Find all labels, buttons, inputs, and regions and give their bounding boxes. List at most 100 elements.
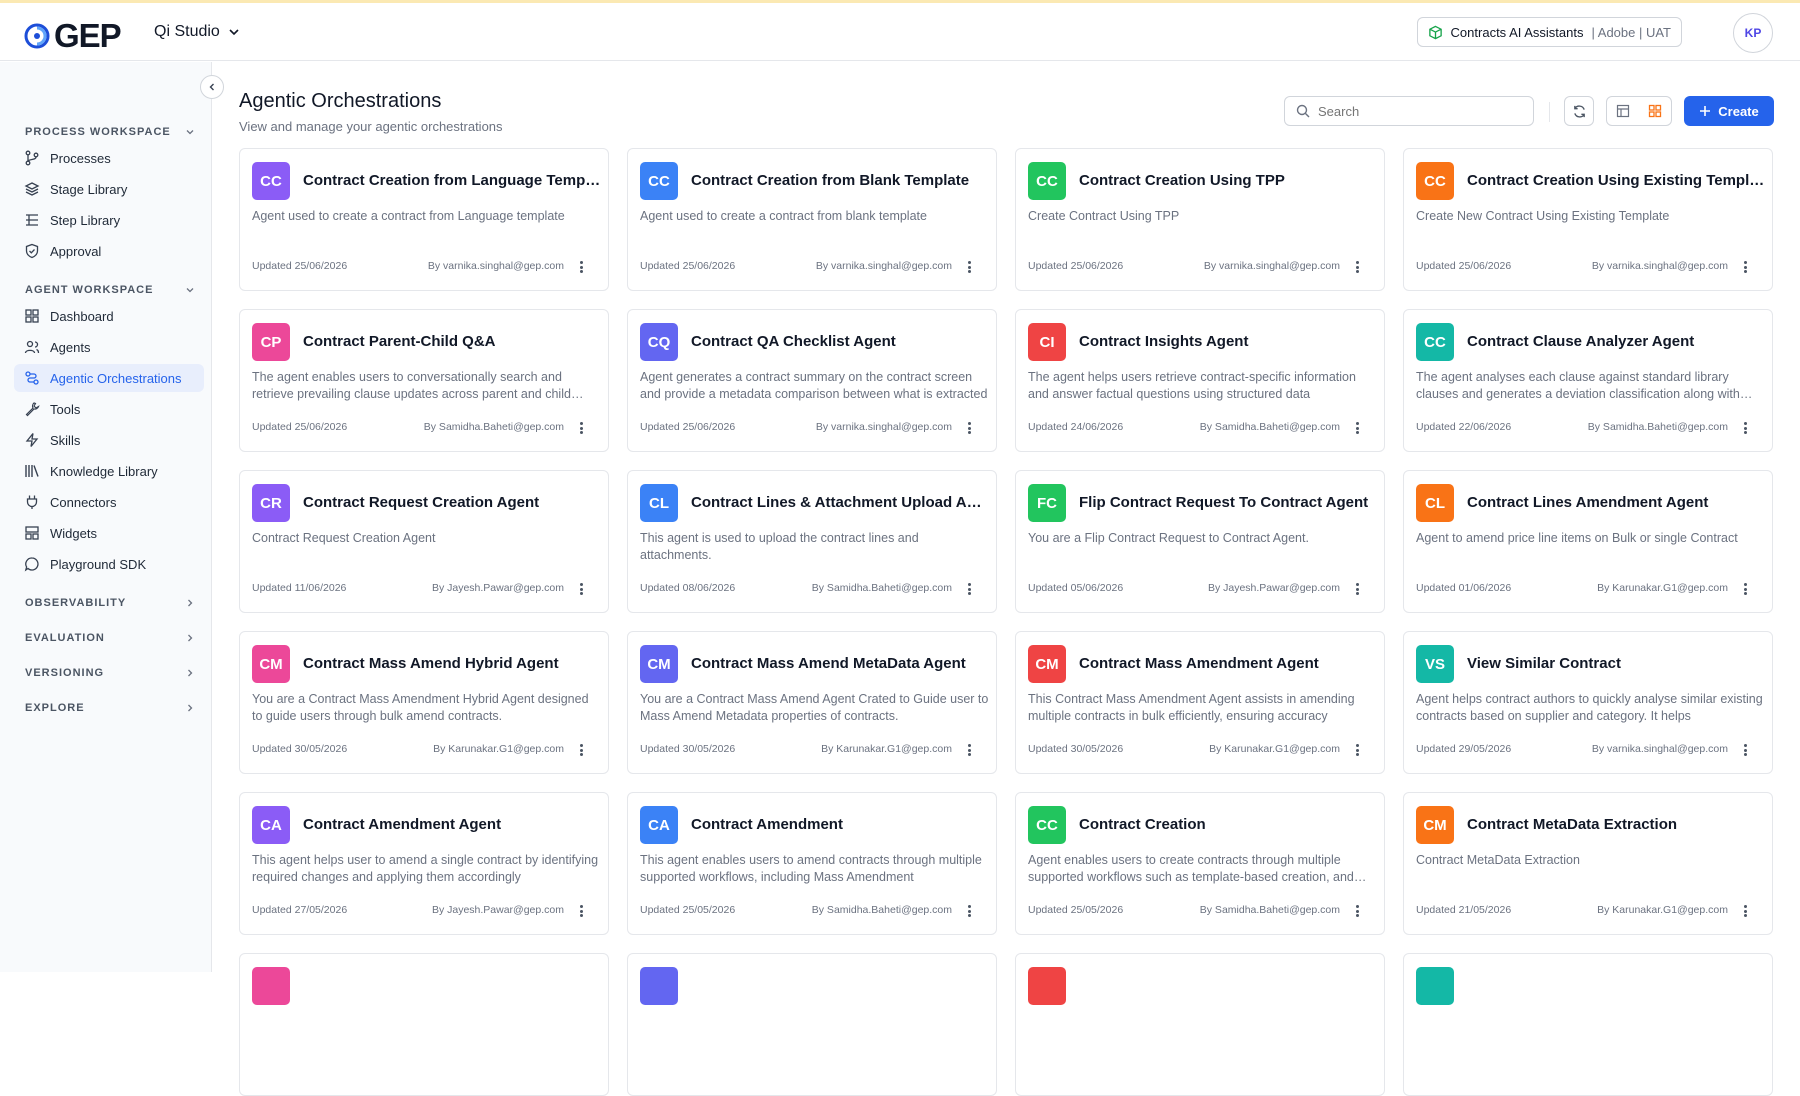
sidebar-item-tools[interactable]: Tools xyxy=(14,395,204,423)
card-badge: CA xyxy=(252,806,290,844)
more-options-icon[interactable] xyxy=(1740,419,1750,437)
section-process-workspace[interactable]: PROCESS WORKSPACE xyxy=(25,126,195,138)
orchestration-card[interactable]: CA Contract Amendment Agent This agent hel… xyxy=(239,792,609,935)
sidebar-item-stage-library[interactable]: Stage Library xyxy=(14,175,204,203)
orchestration-card[interactable] xyxy=(1403,953,1773,1096)
user-avatar[interactable]: KP xyxy=(1733,13,1773,53)
sidebar-item-processes[interactable]: Processes xyxy=(14,144,204,172)
more-options-icon[interactable] xyxy=(964,902,974,920)
library-icon xyxy=(25,465,39,477)
grid-view-button[interactable] xyxy=(1639,97,1671,125)
orchestration-card[interactable]: CC Contract Creation from Blank Template A… xyxy=(627,148,997,291)
sidebar-item-label: Playground SDK xyxy=(50,556,147,572)
card-title: Contract Lines & Attachment Upload Agent xyxy=(691,494,989,511)
card-author: By varnika.singhal@gep.com xyxy=(1203,260,1340,272)
table-view-button[interactable] xyxy=(1607,97,1639,125)
more-options-icon[interactable] xyxy=(576,741,586,759)
orchestration-card[interactable]: CC Contract Creation from Language Templa… xyxy=(239,148,609,291)
sidebar-item-label: Processes xyxy=(50,150,111,166)
orchestration-card[interactable]: CM Contract Mass Amend Hybrid Agent You ar… xyxy=(239,631,609,774)
sidebar-item-approval[interactable]: Approval xyxy=(14,237,204,265)
card-author: By Karunakar.G1@gep.com xyxy=(1597,904,1728,916)
card-updated-date: Updated 30/05/2026 xyxy=(252,743,348,755)
sidebar-item-agentic-orchestrations[interactable]: Agentic Orchestrations xyxy=(14,364,204,392)
card-updated-date: Updated 25/05/2026 xyxy=(1028,904,1124,916)
more-options-icon[interactable] xyxy=(1352,580,1362,598)
more-options-icon[interactable] xyxy=(1352,741,1362,759)
orchestration-card[interactable]: CM Contract Mass Amendment Agent This Cont… xyxy=(1015,631,1385,774)
studio-switcher[interactable]: Qi Studio xyxy=(154,23,240,41)
more-options-icon[interactable] xyxy=(576,258,586,276)
orchestration-card[interactable]: CI Contract Insights Agent The agent helps… xyxy=(1015,309,1385,452)
sidebar-item-knowledge-library[interactable]: Knowledge Library xyxy=(14,457,204,485)
more-options-icon[interactable] xyxy=(1740,258,1750,276)
orchestration-card[interactable]: CM Contract Mass Amend MetaData Agent You … xyxy=(627,631,997,774)
orchestration-card[interactable]: CC Contract Creation Agent enables users t… xyxy=(1015,792,1385,935)
orchestration-card[interactable]: CQ Contract QA Checklist Agent Agent gener… xyxy=(627,309,997,452)
section-explore[interactable]: EXPLORE xyxy=(25,702,195,714)
orchestration-card[interactable]: CA Contract Amendment This agent enables u… xyxy=(627,792,997,935)
more-options-icon[interactable] xyxy=(964,419,974,437)
orchestration-card[interactable]: VS View Similar Contract Agent helps contr… xyxy=(1403,631,1773,774)
orchestration-card[interactable]: CR Contract Request Creation Agent Contrac… xyxy=(239,470,609,613)
sidebar-item-connectors[interactable]: Connectors xyxy=(14,488,204,516)
more-options-icon[interactable] xyxy=(1740,580,1750,598)
card-title: Contract Clause Analyzer Agent xyxy=(1467,333,1695,350)
sidebar-item-agents[interactable]: Agents xyxy=(14,333,204,361)
orchestration-card[interactable]: FC Flip Contract Request To Contract Agen… xyxy=(1015,470,1385,613)
refresh-button[interactable] xyxy=(1564,96,1594,126)
card-updated-date: Updated 22/06/2026 xyxy=(1416,421,1512,433)
card-title: Contract Creation from Blank Template xyxy=(691,172,970,189)
section-observability[interactable]: OBSERVABILITY xyxy=(25,597,195,609)
lightning-icon xyxy=(25,433,39,447)
more-options-icon[interactable] xyxy=(1352,258,1362,276)
more-options-icon[interactable] xyxy=(964,580,974,598)
more-options-icon[interactable] xyxy=(964,741,974,759)
orchestration-card[interactable]: CL Contract Lines Amendment Agent Agent to… xyxy=(1403,470,1773,613)
more-options-icon[interactable] xyxy=(576,419,586,437)
orchestration-card[interactable]: CL Contract Lines & Attachment Upload Age… xyxy=(627,470,997,613)
sidebar-item-label: Dashboard xyxy=(50,308,114,324)
more-options-icon[interactable] xyxy=(576,902,586,920)
section-agent-workspace[interactable]: AGENT WORKSPACE xyxy=(25,284,195,296)
grid-icon xyxy=(1648,104,1662,118)
create-button[interactable]: Create xyxy=(1684,96,1774,126)
sidebar-item-widgets[interactable]: Widgets xyxy=(14,519,204,547)
more-options-icon[interactable] xyxy=(1740,741,1750,759)
refresh-icon xyxy=(1573,104,1585,118)
card-author: By Samidha.Baheti@gep.com xyxy=(1587,421,1728,433)
section-label: EXPLORE xyxy=(25,702,85,714)
search-box[interactable] xyxy=(1284,96,1534,126)
section-versioning[interactable]: VERSIONING xyxy=(25,667,195,679)
sidebar-item-dashboard[interactable]: Dashboard xyxy=(14,302,204,330)
orchestration-card[interactable]: CC Contract Clause Analyzer Agent The agen… xyxy=(1403,309,1773,452)
card-author: By varnika.singhal@gep.com xyxy=(427,260,564,272)
sidebar-collapse-button[interactable] xyxy=(200,75,224,99)
search-input[interactable] xyxy=(1318,103,1518,119)
brand-name: GEP xyxy=(54,17,122,54)
gep-logo[interactable]: GEP xyxy=(24,17,122,55)
card-title: Contract Mass Amend Hybrid Agent xyxy=(303,655,559,672)
more-options-icon[interactable] xyxy=(1352,902,1362,920)
orchestration-card[interactable]: CM Contract MetaData Extraction Contract M… xyxy=(1403,792,1773,935)
orchestration-card[interactable] xyxy=(627,953,997,1096)
card-description: This agent helps user to amend a single … xyxy=(252,853,599,884)
orchestration-card[interactable]: CC Contract Creation Using Existing Templ… xyxy=(1403,148,1773,291)
chevron-down-icon xyxy=(186,130,194,135)
more-options-icon[interactable] xyxy=(964,258,974,276)
sidebar-item-skills[interactable]: Skills xyxy=(14,426,204,454)
more-options-icon[interactable] xyxy=(576,580,586,598)
card-title: Flip Contract Request To Contract Agent xyxy=(1079,494,1369,511)
orchestration-card[interactable] xyxy=(1015,953,1385,1096)
orchestration-card[interactable]: CC Contract Creation Using TPP Create Cont… xyxy=(1015,148,1385,291)
more-options-icon[interactable] xyxy=(1740,902,1750,920)
orchestration-card[interactable] xyxy=(239,953,609,1096)
sidebar-item-playground-sdk[interactable]: Playground SDK xyxy=(14,550,204,578)
orchestration-card[interactable]: CP Contract Parent-Child Q&A The agent ena… xyxy=(239,309,609,452)
section-evaluation[interactable]: EVALUATION xyxy=(25,632,195,644)
more-options-icon[interactable] xyxy=(1352,419,1362,437)
card-updated-date: Updated 25/06/2026 xyxy=(1028,260,1124,272)
layers-icon xyxy=(24,182,40,196)
sidebar-item-step-library[interactable]: Step Library xyxy=(14,206,204,234)
context-selector[interactable]: Contracts AI Assistants | Adobe | UAT xyxy=(1416,17,1682,47)
